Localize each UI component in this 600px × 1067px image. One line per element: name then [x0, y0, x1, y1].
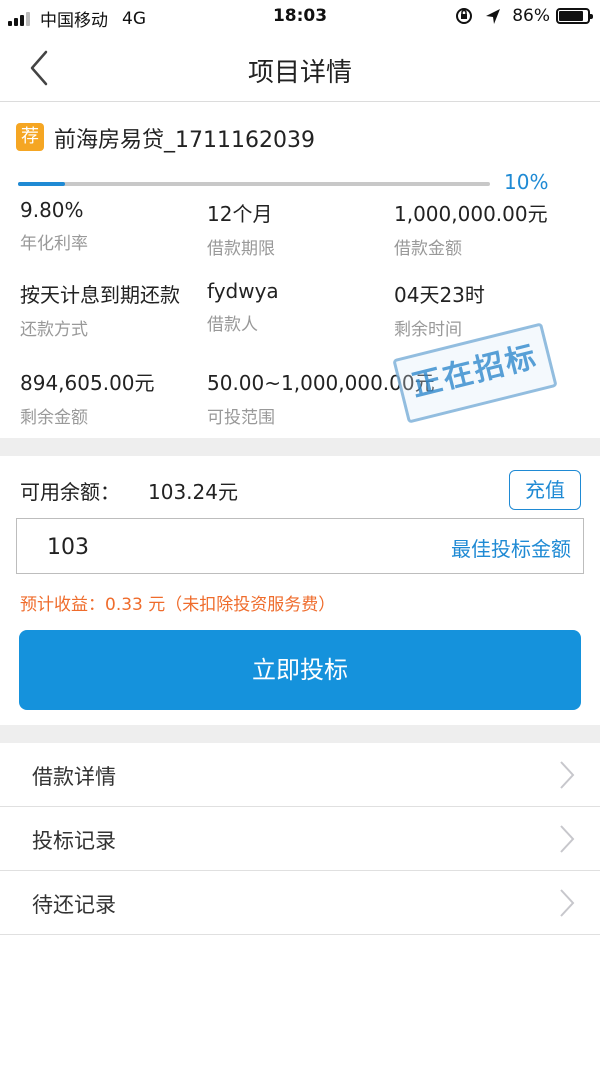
recommend-badge: 荐	[16, 123, 44, 151]
field-borrower: fydwya 借款人	[207, 279, 279, 335]
menu-item-label: 借款详情	[32, 765, 116, 789]
project-name: 前海房易贷_1711162039	[54, 128, 315, 153]
location-arrow-icon	[486, 9, 501, 24]
field-remaining-time: 04天23时 剩余时间	[394, 279, 485, 340]
progress-bar	[18, 182, 490, 186]
best-amount-link[interactable]: 最佳投标金额	[451, 533, 571, 562]
chevron-right-icon	[560, 825, 575, 853]
expected-earnings: 预计收益：0.33 元（未扣除投资服务费）	[20, 595, 336, 615]
page-title: 项目详情	[247, 58, 352, 88]
status-right: 86%	[454, 6, 593, 26]
field-value: 1,000,000.00元	[394, 202, 548, 226]
orientation-lock-icon	[456, 8, 473, 24]
chevron-right-icon	[560, 761, 575, 789]
chevron-right-icon	[560, 889, 575, 917]
battery-percent: 86%	[512, 6, 550, 26]
bid-now-button[interactable]: 立即投标	[19, 630, 581, 710]
field-annual-rate: 9.80% 年化利率	[20, 198, 88, 254]
field-remaining-amount: 894,605.00元 剩余金额	[20, 367, 155, 428]
status-bar: 中国移动 4G 18:03 86%	[0, 0, 600, 34]
battery-icon	[556, 8, 593, 24]
field-value: 04天23时	[394, 283, 485, 307]
menu-item-pending-repayments[interactable]: 待还记录	[0, 871, 600, 935]
field-label: 借款人	[207, 315, 258, 335]
balance-label: 可用余额：	[20, 480, 120, 504]
field-loan-term: 12个月 借款期限	[207, 198, 275, 259]
field-label: 可投范围	[207, 408, 275, 428]
field-value: fydwya	[207, 279, 279, 303]
progress-percent: 10%	[504, 170, 549, 194]
menu-item-bid-records[interactable]: 投标记录	[0, 807, 600, 871]
field-value: 9.80%	[20, 198, 84, 222]
section-divider	[0, 438, 600, 456]
field-label: 还款方式	[20, 320, 88, 340]
bid-amount-input[interactable]	[47, 531, 347, 563]
balance-value: 103.24元	[148, 480, 238, 504]
section-divider	[0, 725, 600, 743]
field-repay-method: 按天计息到期还款 还款方式	[20, 279, 180, 340]
field-loan-amount: 1,000,000.00元 借款金额	[394, 198, 548, 259]
field-label: 年化利率	[20, 234, 88, 254]
field-label: 剩余时间	[394, 320, 462, 340]
field-label: 借款金额	[394, 239, 462, 259]
recharge-button[interactable]: 充值	[509, 470, 581, 510]
amount-field: 最佳投标金额	[16, 518, 584, 574]
field-value: 按天计息到期还款	[20, 283, 180, 307]
field-label: 借款期限	[207, 239, 275, 259]
battery-fill	[559, 11, 584, 21]
field-value: 12个月	[207, 202, 273, 226]
project-detail-screen: 中国移动 4G 18:03 86% 项目详情 荐 前海房易贷_171116203…	[0, 0, 600, 1067]
field-label: 剩余金额	[20, 408, 88, 428]
progress-fill	[18, 182, 66, 186]
menu-item-loan-details[interactable]: 借款详情	[0, 743, 600, 807]
menu-item-label: 待还记录	[32, 893, 116, 917]
menu-item-label: 投标记录	[32, 829, 116, 853]
field-value: 894,605.00元	[20, 371, 155, 395]
nav-bar: 项目详情	[0, 34, 600, 102]
